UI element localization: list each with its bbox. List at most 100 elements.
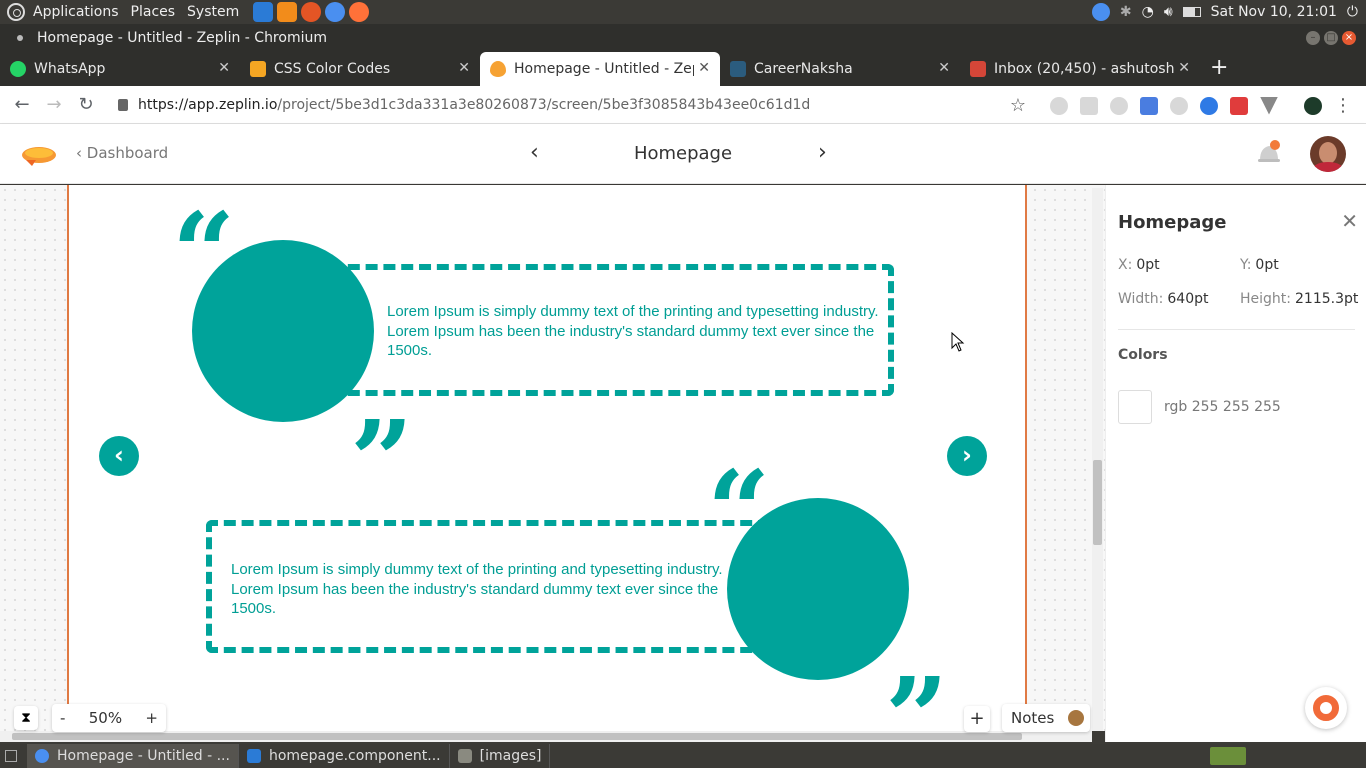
url-host: https://app.zeplin.io — [138, 96, 278, 113]
extension-3-icon[interactable] — [1110, 96, 1128, 115]
extension-1-icon[interactable] — [1050, 96, 1068, 115]
color-swatch-label[interactable]: rgb 255 255 255 — [1164, 399, 1281, 415]
chromium-launcher-icon[interactable] — [325, 2, 346, 22]
extension-5-icon[interactable] — [1170, 96, 1188, 115]
tab-careernaksha[interactable]: CareerNaksha ✕ — [720, 52, 960, 86]
vscode-taskbar-icon — [246, 749, 261, 763]
postman-launcher-icon[interactable] — [301, 2, 322, 22]
battery-icon[interactable] — [1182, 7, 1201, 17]
taskbar-item-images-folder[interactable]: [images] — [450, 744, 551, 768]
browser-menu-icon[interactable]: ⋮ — [1334, 95, 1352, 116]
y-value: 0pt — [1255, 257, 1279, 273]
testimonial-image-circle-2 — [727, 498, 909, 680]
vertical-scroll-thumb[interactable] — [1093, 460, 1102, 545]
chromium-tray-icon[interactable] — [1091, 3, 1110, 21]
wifi-icon[interactable]: ◔ — [1142, 4, 1154, 20]
carousel-next-button[interactable]: › — [947, 436, 987, 476]
clock[interactable]: Sat Nov 10, 21:01 — [1211, 4, 1337, 20]
panel-title: Homepage — [1118, 212, 1227, 233]
chromium-taskbar-icon — [35, 749, 49, 763]
dashboard-link[interactable]: ‹ Dashboard — [76, 144, 168, 162]
bluetooth-icon[interactable]: ✱ — [1120, 4, 1132, 20]
volume-icon[interactable]: 🔊︎ — [1164, 4, 1173, 20]
zeplin-header: ‹ Dashboard ‹ Homepage › — [0, 124, 1366, 184]
sublime-launcher-icon[interactable] — [277, 2, 298, 22]
url-field[interactable]: https://app.zeplin.io/project/5be3d1c3da… — [138, 97, 810, 113]
close-quote-mark-2: ” — [885, 653, 949, 732]
x-label: X: — [1118, 257, 1133, 273]
user-avatar[interactable] — [1310, 136, 1346, 172]
zoom-in-button[interactable]: + — [145, 709, 158, 727]
bookmark-star-icon[interactable]: ☆ — [1010, 95, 1026, 116]
mouse-cursor-icon — [951, 332, 965, 352]
width-property: Width: 640pt — [1118, 291, 1209, 307]
tab-close-icon[interactable]: ✕ — [938, 60, 950, 76]
next-screen-icon[interactable]: › — [818, 140, 827, 165]
tab-css-color-codes[interactable]: CSS Color Codes ✕ — [240, 52, 480, 86]
vertical-scrollbar[interactable] — [1092, 188, 1103, 731]
tab-close-icon[interactable]: ✕ — [458, 60, 470, 76]
taskbar-item-label: homepage.component... — [268, 748, 441, 764]
artboard-homepage[interactable]: “ Lorem Ipsum is simply dummy text of th… — [67, 185, 1027, 731]
zoom-out-button[interactable]: - — [60, 709, 65, 727]
address-bar: ← → ↻ https://app.zeplin.io/project/5be3… — [0, 86, 1366, 124]
extension-6-icon[interactable] — [1200, 96, 1218, 115]
taskbar-item-chromium[interactable]: Homepage - Untitled - ... — [27, 744, 239, 768]
ubuntu-logo-icon[interactable] — [7, 3, 25, 21]
translate-extension-icon[interactable] — [1140, 96, 1158, 115]
taskbar-item-label: Homepage - Untitled - ... — [57, 748, 230, 764]
x-property: X: 0pt — [1118, 257, 1160, 273]
profile-icon[interactable] — [1304, 96, 1322, 115]
power-icon[interactable]: ⏻ — [1347, 4, 1358, 20]
color-swatch-white[interactable] — [1118, 390, 1152, 424]
zoom-control: - 50% + — [52, 704, 166, 732]
close-window-button[interactable]: × — [1342, 31, 1356, 45]
reload-icon[interactable]: ↻ — [70, 94, 102, 115]
tab-gmail-inbox[interactable]: Inbox (20,450) - ashutosh ✕ — [960, 52, 1200, 86]
hourglass-icon[interactable]: ⧗ — [14, 706, 38, 730]
x-value: 0pt — [1136, 257, 1160, 273]
extension-7-icon[interactable] — [1230, 96, 1248, 115]
horizontal-scrollbar[interactable] — [0, 731, 1092, 742]
menu-places[interactable]: Places — [131, 4, 176, 20]
vscode-launcher-icon[interactable] — [253, 2, 274, 22]
taskbar-item-vscode[interactable]: homepage.component... — [239, 744, 450, 768]
forward-arrow-icon[interactable]: → — [38, 94, 70, 115]
height-label: Height: — [1240, 291, 1291, 307]
extension-2-icon[interactable] — [1080, 96, 1098, 115]
firefox-launcher-icon[interactable] — [349, 2, 370, 22]
lock-icon[interactable] — [118, 98, 128, 111]
notification-bell-icon[interactable] — [1254, 138, 1284, 168]
menu-applications[interactable]: Applications — [33, 4, 119, 20]
zeplin-logo-icon[interactable] — [20, 140, 58, 168]
workspace-switcher[interactable] — [1210, 747, 1246, 765]
tab-homepage-zeplin[interactable]: Homepage - Untitled - Zeplin ✕ — [480, 52, 720, 86]
window-title: Homepage - Untitled - Zeplin - Chromium — [37, 30, 327, 46]
add-note-button[interactable]: + — [964, 706, 990, 732]
menu-system[interactable]: System — [187, 4, 239, 20]
horizontal-scroll-thumb[interactable] — [12, 733, 1022, 740]
help-lifebuoy-icon[interactable] — [1305, 687, 1347, 729]
browser-tab-strip: WhatsApp ✕ CSS Color Codes ✕ Homepage - … — [0, 52, 1366, 86]
gmail-favicon-icon — [970, 61, 986, 77]
design-canvas[interactable]: “ Lorem Ipsum is simply dummy text of th… — [0, 185, 1105, 731]
tab-close-icon[interactable]: ✕ — [218, 60, 230, 76]
vue-devtools-icon[interactable] — [1260, 96, 1278, 115]
testimonial-text-2: Lorem Ipsum is simply dummy text of the … — [231, 561, 723, 617]
show-desktop-icon[interactable] — [5, 750, 17, 762]
tab-whatsapp[interactable]: WhatsApp ✕ — [0, 52, 240, 86]
colors-heading: Colors — [1118, 347, 1168, 363]
tab-close-icon[interactable]: ✕ — [698, 60, 710, 76]
minimize-button[interactable]: – — [1306, 31, 1320, 45]
whatsapp-favicon-icon — [10, 61, 26, 77]
maximize-button[interactable]: □ — [1324, 31, 1338, 45]
notes-button[interactable]: Notes — [1002, 704, 1090, 732]
tab-label: WhatsApp — [34, 61, 106, 77]
previous-screen-icon[interactable]: ‹ — [530, 140, 539, 165]
y-label: Y: — [1240, 257, 1252, 273]
close-panel-icon[interactable]: ✕ — [1341, 209, 1358, 233]
carousel-prev-button[interactable]: ‹ — [99, 436, 139, 476]
new-tab-button[interactable]: + — [1210, 52, 1228, 86]
back-arrow-icon[interactable]: ← — [6, 94, 38, 115]
tab-close-icon[interactable]: ✕ — [1178, 60, 1190, 76]
